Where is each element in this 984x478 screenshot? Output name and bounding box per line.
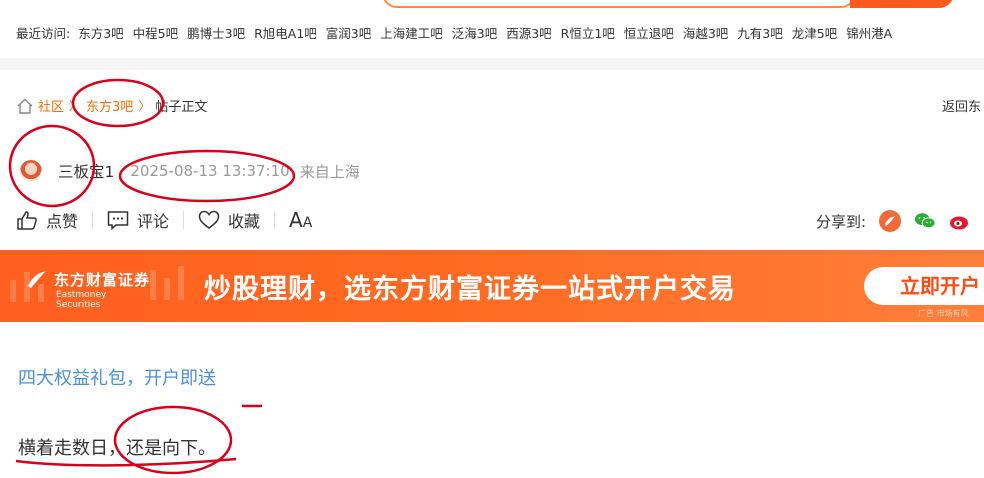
post-author-info: 三板宝1 2025-08-13 13:37:10 来自上海 (20, 160, 360, 182)
ad-banner[interactable]: 东方财富证券 Eastmoney Securities 炒股理财，选东方财富证券… (0, 250, 984, 322)
recent-item[interactable]: 九有3吧 (737, 26, 782, 41)
divider (183, 211, 185, 229)
eastmoney-share-icon[interactable] (879, 210, 902, 232)
promo-link[interactable]: 四大权益礼包，开户即送 (18, 364, 216, 390)
recent-item[interactable]: 中程5吧 (133, 26, 178, 41)
eastmoney-logo-icon (28, 271, 46, 288)
recent-item[interactable]: 西源3吧 (506, 26, 551, 41)
share-bar: 分享到: (816, 210, 972, 232)
recent-item[interactable]: 上海建工吧 (380, 26, 443, 41)
recent-item[interactable]: 龙津5吧 (792, 26, 837, 41)
favorite-button[interactable]: 收藏 (198, 208, 260, 232)
recent-item[interactable]: 锦州港A (846, 26, 892, 41)
font-size-small: A (302, 215, 313, 231)
brand-name: 东方财富证券 (54, 270, 151, 289)
back-to-forum-link[interactable]: 返回东 (942, 96, 981, 115)
recent-item[interactable]: 海越3吧 (683, 26, 728, 41)
red-annotation-marks (8, 78, 296, 475)
comment-label: 评论 (137, 212, 170, 231)
recent-item[interactable]: R旭电A1吧 (254, 26, 317, 41)
recent-item[interactable]: 恒立退吧 (624, 26, 674, 41)
eastmoney-logo: 东方财富证券 Eastmoney Securities (26, 268, 151, 310)
wechat-icon[interactable] (914, 210, 937, 232)
thumbs-up-icon (17, 211, 37, 230)
chevron-right-icon: 〉 (69, 99, 82, 113)
avatar[interactable] (20, 160, 42, 182)
post-action-bar: 点赞 评论 收藏 AA (16, 208, 312, 232)
recent-item[interactable]: 泛海3吧 (452, 26, 497, 41)
ad-tag: 广告 市场有风 (918, 309, 969, 318)
author-name[interactable]: 三板宝1 (58, 160, 114, 182)
heart-icon (198, 210, 220, 229)
open-account-button[interactable]: 立即开户 (864, 267, 984, 305)
like-button[interactable]: 点赞 (16, 208, 78, 232)
breadcrumb-forum[interactable]: 东方3吧 (86, 96, 133, 115)
comment-button[interactable]: 评论 (107, 208, 169, 232)
recent-visits: 最近访问: 东方3吧 中程5吧 鹏博士3吧 R旭电A1吧 富润3吧 上海建工吧 泛海3吧 西源3… (16, 23, 901, 42)
section-divider (0, 58, 984, 70)
search-input[interactable] (382, 0, 856, 8)
post-time: 2025-08-13 13:37:10 (130, 162, 290, 180)
recent-item[interactable]: R恒立1吧 (561, 26, 615, 41)
breadcrumb-community[interactable]: 社区 (38, 96, 64, 115)
recent-item[interactable]: 东方3吧 (78, 26, 123, 41)
divider (92, 211, 94, 229)
favorite-label: 收藏 (228, 212, 261, 231)
home-icon[interactable] (16, 98, 34, 114)
recent-item[interactable]: 富润3吧 (326, 26, 371, 41)
recent-item[interactable]: 鹏博士3吧 (187, 26, 245, 41)
font-size-toggle[interactable]: AA (289, 208, 312, 232)
weibo-icon[interactable] (949, 210, 972, 232)
font-size-large: A (289, 208, 303, 232)
post-body-text: 横着走数日，还是向下。 (18, 438, 216, 459)
search-button[interactable] (850, 0, 954, 8)
breadcrumb-current: 帖子正文 (155, 100, 208, 115)
like-label: 点赞 (46, 212, 79, 231)
brand-name-en: Eastmoney Securities (56, 290, 107, 310)
recent-visits-label: 最近访问: (16, 26, 71, 41)
divider (274, 211, 276, 229)
banner-slogan: 炒股理财，选东方财富证券一站式开户交易 (204, 274, 736, 305)
comment-icon (107, 211, 129, 230)
breadcrumb: 社区 〉 东方3吧 〉 帖子正文 (16, 96, 207, 115)
post-location: 来自上海 (299, 162, 360, 181)
top-header: 最近访问: 东方3吧 中程5吧 鹏博士3吧 R旭电A1吧 富润3吧 上海建工吧 泛海3吧 西源3… (0, 0, 984, 58)
share-label: 分享到: (816, 212, 867, 231)
chevron-right-icon: 〉 (138, 99, 151, 113)
